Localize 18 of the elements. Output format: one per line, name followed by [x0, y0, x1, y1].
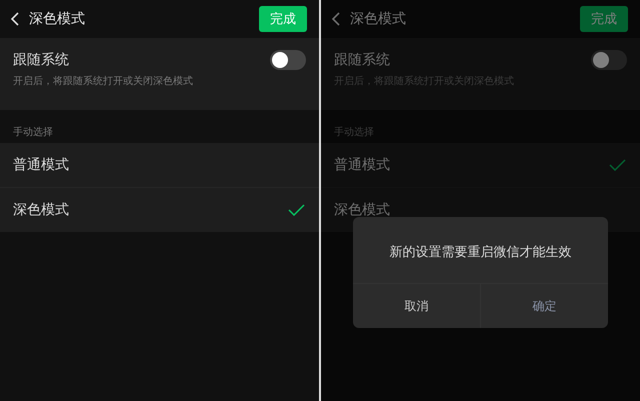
check-icon [288, 204, 305, 216]
page-title: 深色模式 [29, 10, 86, 28]
mode-option[interactable]: 深色模式 [0, 187, 319, 232]
dialog-message: 新的设置需要重启微信才能生效 [388, 244, 572, 262]
dialog-button[interactable]: 确定 [480, 284, 608, 328]
setting-label: 跟随系统 [334, 51, 390, 69]
page-title: 深色模式 [350, 10, 407, 28]
dialog-button[interactable]: 取消 [353, 284, 480, 328]
check-icon [609, 159, 626, 171]
done-button[interactable]: 完成 [259, 6, 307, 32]
setting-label: 跟随系统 [13, 51, 69, 69]
section-label: 手动选择 [12, 126, 54, 140]
mode-option[interactable]: 普通模式 [0, 143, 319, 187]
back-icon[interactable] [10, 12, 19, 26]
setting-description: 开启后，将跟随系统打开或关闭深色模式 [13, 74, 194, 88]
toggle-switch[interactable] [270, 50, 306, 70]
mode-option[interactable]: 普通模式 [321, 143, 640, 187]
toggle-switch[interactable] [591, 50, 627, 70]
